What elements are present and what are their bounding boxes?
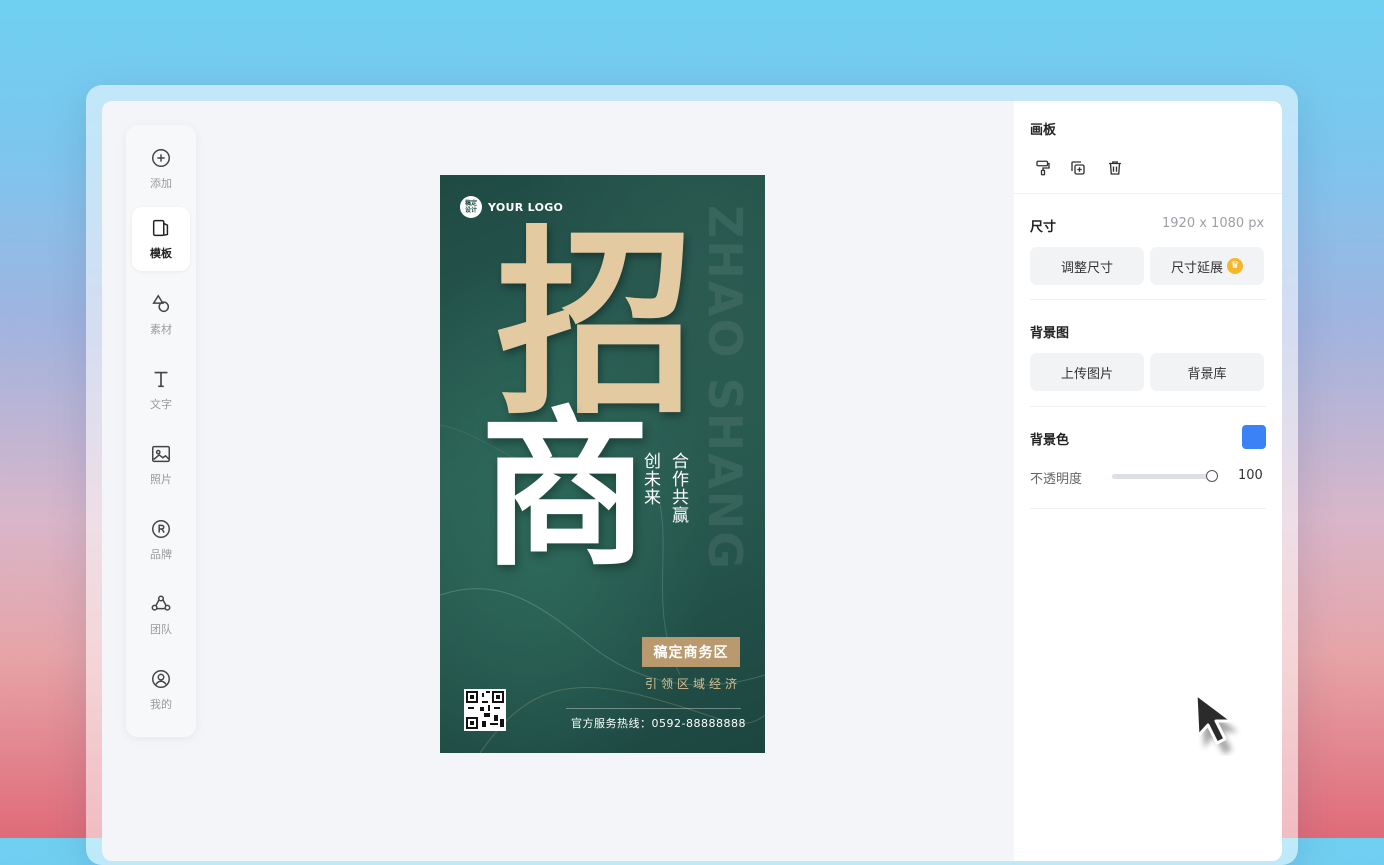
upload-image-button-label: 上传图片 xyxy=(1060,366,1113,382)
tool-photo[interactable]: 照片 xyxy=(132,433,190,497)
size-extend-button-label: 尺寸延展 xyxy=(1170,260,1223,276)
left-toolbar: 添加 模板 素材 文字 照片 品牌 团队 我的 xyxy=(126,125,196,737)
paint-roller-icon xyxy=(1036,160,1050,176)
image-icon xyxy=(152,445,170,463)
opacity-slider-track[interactable] xyxy=(1112,474,1212,479)
poster-hotline[interactable]: 官方服务热线：0592-88888888 xyxy=(566,715,746,731)
tool-brand-label: 品牌 xyxy=(150,548,172,561)
tool-mine[interactable]: 我的 xyxy=(132,658,190,722)
plus-circle-icon xyxy=(152,149,170,167)
opacity-label: 不透明度 xyxy=(1030,472,1083,487)
size-extend-button[interactable]: 尺寸延展 ♛ xyxy=(1150,247,1264,285)
poster-slogan-1[interactable]: 合作共赢 xyxy=(668,452,688,524)
size-title: 尺寸 xyxy=(1030,220,1057,235)
opacity-value: 100 xyxy=(1238,468,1263,483)
tool-add[interactable]: 添加 xyxy=(132,137,190,201)
bg-library-button-label: 背景库 xyxy=(1187,366,1227,382)
poster-watermark-text: ZHAO SHANG xyxy=(698,205,752,572)
poster-business-tag[interactable]: 稿定商务区 xyxy=(642,637,740,667)
tool-team-label: 团队 xyxy=(150,623,172,636)
bg-color-swatch[interactable] xyxy=(1242,425,1266,449)
tool-text[interactable]: 文字 xyxy=(132,358,190,422)
crown-icon: ♛ xyxy=(1227,258,1243,274)
tool-material[interactable]: 素材 xyxy=(132,283,190,347)
bg-image-title: 背景图 xyxy=(1030,326,1070,341)
duplicate-button[interactable] xyxy=(1067,157,1089,179)
format-painter-button[interactable] xyxy=(1032,157,1054,179)
registered-icon xyxy=(152,520,170,538)
copy-icon xyxy=(1071,161,1085,175)
bg-library-button[interactable]: 背景库 xyxy=(1150,353,1264,391)
panel-divider xyxy=(1030,508,1266,509)
delete-button[interactable] xyxy=(1104,157,1126,179)
template-icon xyxy=(152,219,169,237)
panel-divider xyxy=(1014,193,1282,194)
editor-workspace: 添加 模板 素材 文字 照片 品牌 团队 我的 稿定 设计 YOUR LOGO … xyxy=(102,101,1282,861)
user-icon xyxy=(152,670,170,688)
bg-color-title: 背景色 xyxy=(1030,433,1070,448)
resize-button[interactable]: 调整尺寸 xyxy=(1030,247,1144,285)
tool-template[interactable]: 模板 xyxy=(132,207,190,271)
poster-headline-char-2[interactable]: 商 xyxy=(480,405,650,575)
tool-text-label: 文字 xyxy=(150,398,172,411)
text-icon xyxy=(154,371,168,388)
qr-code[interactable] xyxy=(464,689,506,731)
trash-icon xyxy=(1109,161,1121,175)
tool-photo-label: 照片 xyxy=(150,473,172,486)
upload-image-button[interactable]: 上传图片 xyxy=(1030,353,1144,391)
poster-slogan-2[interactable]: 创未来 xyxy=(640,452,660,506)
tool-brand[interactable]: 品牌 xyxy=(132,508,190,572)
logo-badge: 稿定 设计 xyxy=(460,196,482,218)
tool-mine-label: 我的 xyxy=(150,698,172,711)
tool-team[interactable]: 团队 xyxy=(132,583,190,647)
poster-canvas[interactable]: 稿定 设计 YOUR LOGO ZHAO SHANG 招 商 合作共赢 创未来 … xyxy=(440,175,765,753)
poster-tagline[interactable]: 引领区域经济 xyxy=(640,675,746,692)
panel-divider xyxy=(1030,406,1266,407)
team-icon xyxy=(151,595,171,611)
mouse-pointer-icon xyxy=(1194,692,1238,754)
artboard-title: 画板 xyxy=(1030,123,1057,138)
hotline-divider xyxy=(566,708,741,709)
shapes-icon xyxy=(152,294,170,313)
tool-add-label: 添加 xyxy=(150,177,172,190)
size-value: 1920 x 1080 px xyxy=(1162,216,1265,231)
opacity-slider-thumb[interactable] xyxy=(1206,470,1218,482)
tool-template-label: 模板 xyxy=(150,247,172,260)
tool-material-label: 素材 xyxy=(150,323,172,336)
panel-divider xyxy=(1030,299,1266,300)
resize-button-label: 调整尺寸 xyxy=(1060,260,1113,276)
